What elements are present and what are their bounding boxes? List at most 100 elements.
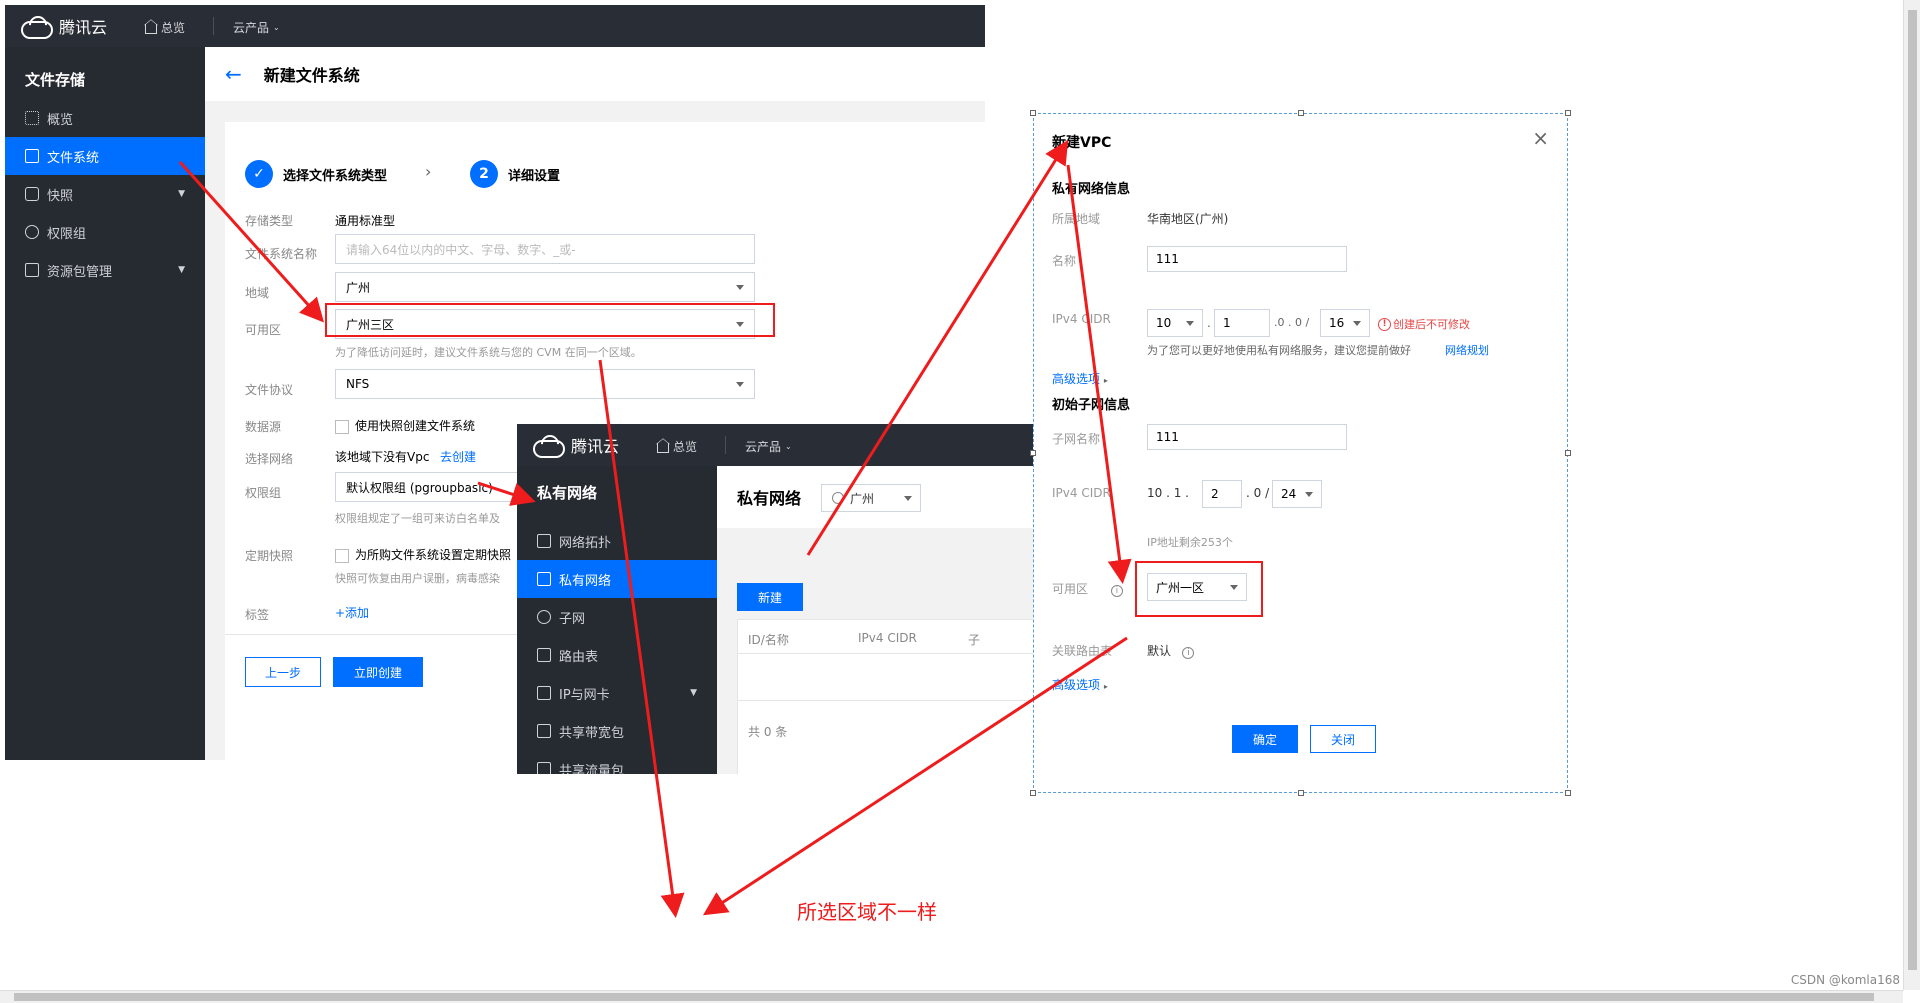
perm-group-hint: 权限组规定了一组可来访白名单及 xyxy=(335,512,500,525)
package-icon xyxy=(25,263,39,277)
caret-down-icon xyxy=(736,382,744,387)
subnet-cidr-third-input[interactable]: 2 xyxy=(1202,480,1242,508)
vpc-name-input[interactable]: 111 xyxy=(1147,246,1347,272)
cloud-logo-icon xyxy=(19,15,53,39)
resize-handle[interactable] xyxy=(1030,790,1036,796)
protocol-select[interactable]: NFS xyxy=(335,369,755,399)
caret-down-icon xyxy=(736,285,744,290)
region-select[interactable]: 广州 xyxy=(821,484,921,512)
nav-products[interactable]: 云产品 ⌄ xyxy=(233,19,280,36)
chevron-right-icon: › xyxy=(425,162,432,181)
top-navbar: 腾讯云 总览 云产品 ⌄ xyxy=(5,5,985,47)
snapshot-label: 定期快照 xyxy=(245,549,294,563)
datasource-label: 数据源 xyxy=(245,420,282,434)
fs-name-input[interactable]: 请输入64位以内的中文、字母、数字、_或- xyxy=(335,234,755,264)
top-navbar: 腾讯云 总览 云产品 ⌄ xyxy=(517,424,1037,466)
create-vpc-link[interactable]: 去创建 xyxy=(440,448,476,465)
subnet-mask-select[interactable]: 24 xyxy=(1272,480,1322,508)
nav-overview[interactable]: 总览 xyxy=(657,438,697,455)
network-text: 该地域下没有Vpc xyxy=(335,450,430,464)
sidebar-item-route[interactable]: 路由表 xyxy=(517,636,717,674)
chevron-down-icon: ⌄ xyxy=(785,442,792,451)
nav-products[interactable]: 云产品 ⌄ xyxy=(745,438,792,455)
vpc-table: ID/名称 IPv4 CIDR 子 共 0 条 xyxy=(737,619,1037,774)
sidebar-item-topology[interactable]: 网络拓扑 xyxy=(517,522,717,560)
sidebar-item-filesystem[interactable]: 文件系统 xyxy=(5,137,205,175)
cidr-second-input[interactable]: 1 xyxy=(1214,309,1270,337)
key-icon xyxy=(25,225,39,239)
annotation-text: 所选区域不一样 xyxy=(797,900,937,924)
scrollbar-thumb[interactable] xyxy=(14,993,1874,1001)
traffic-icon xyxy=(537,762,551,774)
page-header: ← 新建文件系统 xyxy=(205,47,985,101)
prev-step-button[interactable]: 上一步 xyxy=(245,657,321,687)
resize-handle[interactable] xyxy=(1298,790,1304,796)
cidr-first-select[interactable]: 10 xyxy=(1147,309,1203,337)
network-plan-link[interactable]: 网络规划 xyxy=(1445,342,1489,358)
resize-handle[interactable] xyxy=(1030,450,1036,456)
sidebar-item-nic[interactable]: IP与网卡 ▼ xyxy=(517,674,717,712)
network-label: 选择网络 xyxy=(245,452,294,466)
region-select[interactable]: 广州 xyxy=(335,272,755,302)
nav-overview[interactable]: 总览 xyxy=(145,19,185,36)
resize-handle[interactable] xyxy=(1565,790,1571,796)
confirm-button[interactable]: 确定 xyxy=(1232,725,1298,753)
storage-type-value: 通用标准型 xyxy=(335,214,396,228)
snapshot-hint: 快照可恢复由用户误删，病毒感染 xyxy=(335,572,500,585)
advanced-options-link-2[interactable]: 高级选项 ▸ xyxy=(1052,676,1108,693)
nic-icon xyxy=(537,686,551,700)
lock-icon xyxy=(537,572,551,586)
new-vpc-button[interactable]: 新建 xyxy=(737,583,803,611)
sidebar-title: 文件存储 xyxy=(25,71,86,89)
back-arrow-icon[interactable]: ← xyxy=(225,62,242,86)
resize-handle[interactable] xyxy=(1565,450,1571,456)
check-icon: ✓ xyxy=(245,160,273,188)
cidr-mask-select[interactable]: 16 xyxy=(1320,309,1370,337)
sidebar-item-subnet[interactable]: 子网 xyxy=(517,598,717,636)
route-table-label: 关联路由表 xyxy=(1052,644,1113,658)
topology-icon xyxy=(537,534,551,548)
subnet-zone-label: 可用区 i xyxy=(1052,580,1123,597)
sidebar-item-package[interactable]: 资源包管理 ▼ xyxy=(5,251,205,289)
sidebar-title: 私有网络 xyxy=(537,484,598,502)
tag-label: 标签 xyxy=(245,608,270,622)
subnet-cidr-prefix: 10 . 1 . xyxy=(1147,486,1189,500)
sidebar-item-bandwidth[interactable]: 共享带宽包 xyxy=(517,712,717,750)
perm-group-label: 权限组 xyxy=(245,486,282,500)
cidr-fixed: .0 . 0 / xyxy=(1274,316,1310,329)
home-icon xyxy=(657,443,669,453)
sidebar-item-permission[interactable]: 权限组 xyxy=(5,213,205,251)
close-button[interactable]: 关闭 xyxy=(1310,725,1376,753)
add-tag-link[interactable]: +添加 xyxy=(335,604,369,621)
vpc-cidr-label: IPv4 CIDR xyxy=(1052,312,1111,326)
sidebar-item-vpc[interactable]: 私有网络 xyxy=(517,560,717,598)
subnet-name-input[interactable]: 111 xyxy=(1147,424,1347,450)
vpc-console-window: 腾讯云 总览 云产品 ⌄ 私有网络 网络拓扑 私有网络 子网 路由表 IP与网卡… xyxy=(517,424,1037,774)
page-title: 私有网络 xyxy=(737,489,802,508)
scrollbar-thumb[interactable] xyxy=(1908,10,1917,970)
chevron-down-icon: ▼ xyxy=(178,265,185,275)
sidebar-item-traffic[interactable]: 共享流量包 xyxy=(517,750,717,774)
cidr-dot: . xyxy=(1207,316,1211,330)
advanced-options-link[interactable]: 高级选项 ▸ xyxy=(1052,370,1108,387)
sidebar-item-snapshot[interactable]: 快照 ▼ xyxy=(5,175,205,213)
annotation-box-cfs-zone xyxy=(325,303,775,337)
globe-icon xyxy=(537,610,551,624)
resize-handle[interactable] xyxy=(1030,110,1036,116)
close-icon[interactable]: × xyxy=(1532,126,1549,150)
sidebar-item-overview[interactable]: 概览 xyxy=(5,99,205,137)
snapshot-checkbox[interactable]: 为所购文件系统设置定期快照 xyxy=(335,546,511,563)
tencent-cloud-logo[interactable]: 腾讯云 xyxy=(19,14,107,39)
cfs-sidebar: 文件存储 概览 文件系统 快照 ▼ 权限组 资源包管理 ▼ xyxy=(5,47,205,760)
resize-handle[interactable] xyxy=(1565,110,1571,116)
horizontal-scrollbar[interactable] xyxy=(0,990,1903,1003)
subnet-cidr-label: IPv4 CIDR xyxy=(1052,486,1111,500)
tencent-cloud-logo[interactable]: 腾讯云 xyxy=(531,433,619,458)
datasource-checkbox[interactable]: 使用快照创建文件系统 xyxy=(335,417,475,434)
vertical-scrollbar[interactable] xyxy=(1903,0,1920,990)
warning-icon: ! xyxy=(1378,317,1391,331)
route-icon xyxy=(537,648,551,662)
create-now-button[interactable]: 立即创建 xyxy=(333,657,423,687)
divider xyxy=(738,700,1036,701)
resize-handle[interactable] xyxy=(1298,110,1304,116)
